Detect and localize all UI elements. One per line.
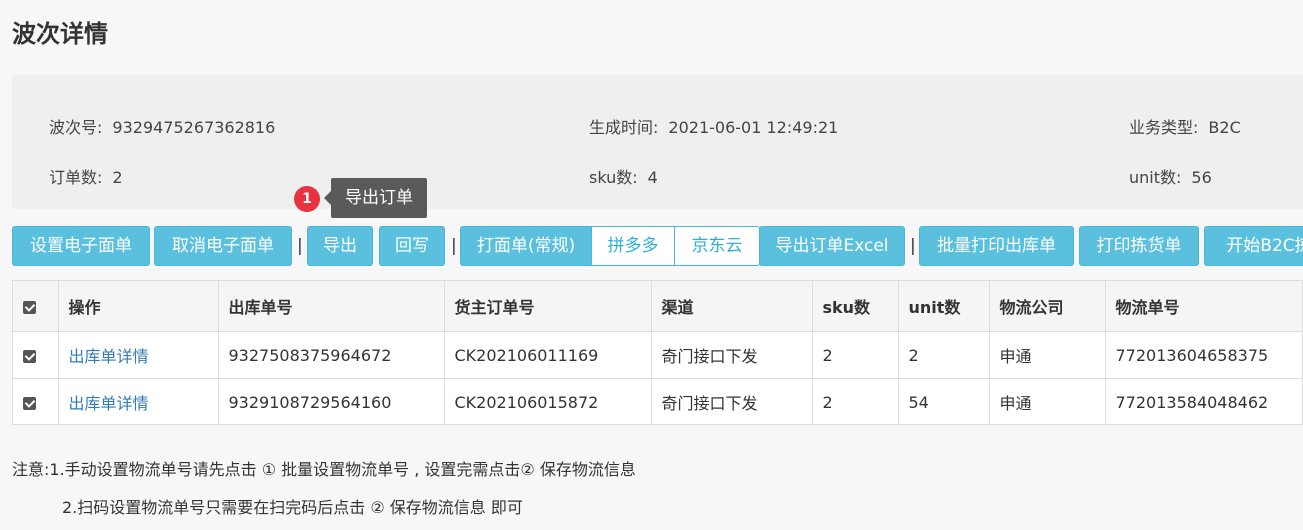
cancel-eface-button[interactable]: 取消电子面单 <box>154 226 292 266</box>
sku-cell: 2 <box>812 331 899 379</box>
unit-count-value: 56 <box>1191 168 1212 187</box>
batch-print-outbound-button[interactable]: 批量打印出库单 <box>919 226 1074 266</box>
table-header-row: 操作 出库单号 货主订单号 渠道 sku数 unit数 物流公司 物流单号 <box>13 281 1302 332</box>
print-picking-button[interactable]: 打印拣货单 <box>1079 226 1199 266</box>
biz-type-value: B2C <box>1208 118 1241 137</box>
start-b2c-picking-button[interactable]: 开始B2C拣 <box>1204 226 1303 266</box>
carrier-cell: 申通 <box>989 331 1106 379</box>
biz-type-label: 业务类型: <box>1129 118 1199 137</box>
unit-cell: 2 <box>898 331 990 379</box>
toolbar-separator: | <box>297 236 303 256</box>
created-time-field: 生成时间: 2021-06-01 12:49:21 <box>589 114 838 138</box>
unit-cell: 54 <box>898 378 990 424</box>
created-time-label: 生成时间: <box>589 118 659 137</box>
toolbar-separator: | <box>910 236 916 256</box>
column-header: 操作 <box>58 281 219 332</box>
unit-count-label: unit数: <box>1129 168 1182 187</box>
sku-count-value: 4 <box>647 168 658 187</box>
select-all-checkbox[interactable] <box>23 300 36 314</box>
outbound-no-cell: 9327508375964672 <box>218 331 445 379</box>
tracking-no-cell: 772013604658375 <box>1105 331 1302 379</box>
row-checkbox[interactable] <box>23 349 36 363</box>
row-checkbox[interactable] <box>23 396 36 410</box>
column-header: 出库单号 <box>218 281 445 332</box>
wave-info-panel: 波次号: 9329475267362816 生成时间: 2021-06-01 12:… <box>12 75 1303 209</box>
column-header: 物流公司 <box>989 281 1106 332</box>
outbound-detail-link[interactable]: 出库单详情 <box>58 378 219 424</box>
table-row: 出库单详情 9327508375964672 CK202106011169 奇门… <box>13 331 1302 379</box>
column-header: 物流单号 <box>1105 281 1302 332</box>
jdcloud-button[interactable]: 京东云 <box>674 226 760 266</box>
sku-count-label: sku数: <box>589 168 638 187</box>
sku-count-field: sku数: 4 <box>589 164 658 188</box>
print-face-normal-button[interactable]: 打面单(常规) <box>460 226 592 266</box>
set-eface-button[interactable]: 设置电子面单 <box>12 226 150 266</box>
created-time-value: 2021-06-01 12:49:21 <box>668 118 839 137</box>
page-title: 波次详情 <box>12 20 108 48</box>
wave-no-label: 波次号: <box>49 118 103 137</box>
carrier-cell: 申通 <box>989 378 1106 424</box>
column-header: sku数 <box>812 281 899 332</box>
owner-order-no-cell: CK202106011169 <box>444 331 652 379</box>
column-header: 渠道 <box>651 281 813 332</box>
export-button[interactable]: 导出 <box>307 226 373 266</box>
column-header: 货主订单号 <box>444 281 652 332</box>
select-all-header[interactable] <box>13 281 59 332</box>
column-header: unit数 <box>898 281 990 332</box>
order-count-field: 订单数: 2 <box>49 164 123 188</box>
pinduoduo-button[interactable]: 拼多多 <box>591 226 675 266</box>
row-select-cell[interactable] <box>13 331 59 379</box>
table-row: 出库单详情 9329108729564160 CK202106015872 奇门… <box>13 378 1302 424</box>
wave-no-value: 9329475267362816 <box>112 118 276 137</box>
channel-cell: 奇门接口下发 <box>651 331 813 379</box>
outbound-table: 操作 出库单号 货主订单号 渠道 sku数 unit数 物流公司 物流单号 出库… <box>12 280 1303 425</box>
owner-order-no-cell: CK202106015872 <box>444 378 652 424</box>
biz-type-field: 业务类型: B2C <box>1129 114 1241 138</box>
notes-section: 注意:1.手动设置物流单号请先点击 ① 批量设置物流单号 , 设置完需点击② 保… <box>12 451 636 527</box>
sku-cell: 2 <box>812 378 899 424</box>
unit-count-field: unit数: 56 <box>1129 164 1212 188</box>
note-line-2: 2.扫码设置物流单号只需要在扫完码后点击 ② 保存物流信息 即可 <box>62 498 523 517</box>
wave-no-field: 波次号: 9329475267362816 <box>49 114 275 138</box>
channel-cell: 奇门接口下发 <box>651 378 813 424</box>
export-excel-button[interactable]: 导出订单Excel <box>759 226 905 266</box>
note-line-1: 注意:1.手动设置物流单号请先点击 ① 批量设置物流单号 , 设置完需点击② 保… <box>12 460 636 479</box>
tour-step-badge: 1 <box>294 186 320 212</box>
outbound-detail-link[interactable]: 出库单详情 <box>58 331 219 379</box>
toolbar-separator: | <box>451 236 457 256</box>
order-count-label: 订单数: <box>49 168 103 187</box>
order-count-value: 2 <box>112 168 123 187</box>
writeback-button[interactable]: 回写 <box>379 226 445 266</box>
export-order-tooltip: 导出订单 <box>324 178 427 218</box>
outbound-no-cell: 9329108729564160 <box>218 378 445 424</box>
row-select-cell[interactable] <box>13 378 59 424</box>
action-toolbar: 设置电子面单 取消电子面单 | 导出 回写 | 打面单(常规) 拼多多 京东云 … <box>12 226 1303 266</box>
tracking-no-cell: 772013584048462 <box>1105 378 1302 424</box>
